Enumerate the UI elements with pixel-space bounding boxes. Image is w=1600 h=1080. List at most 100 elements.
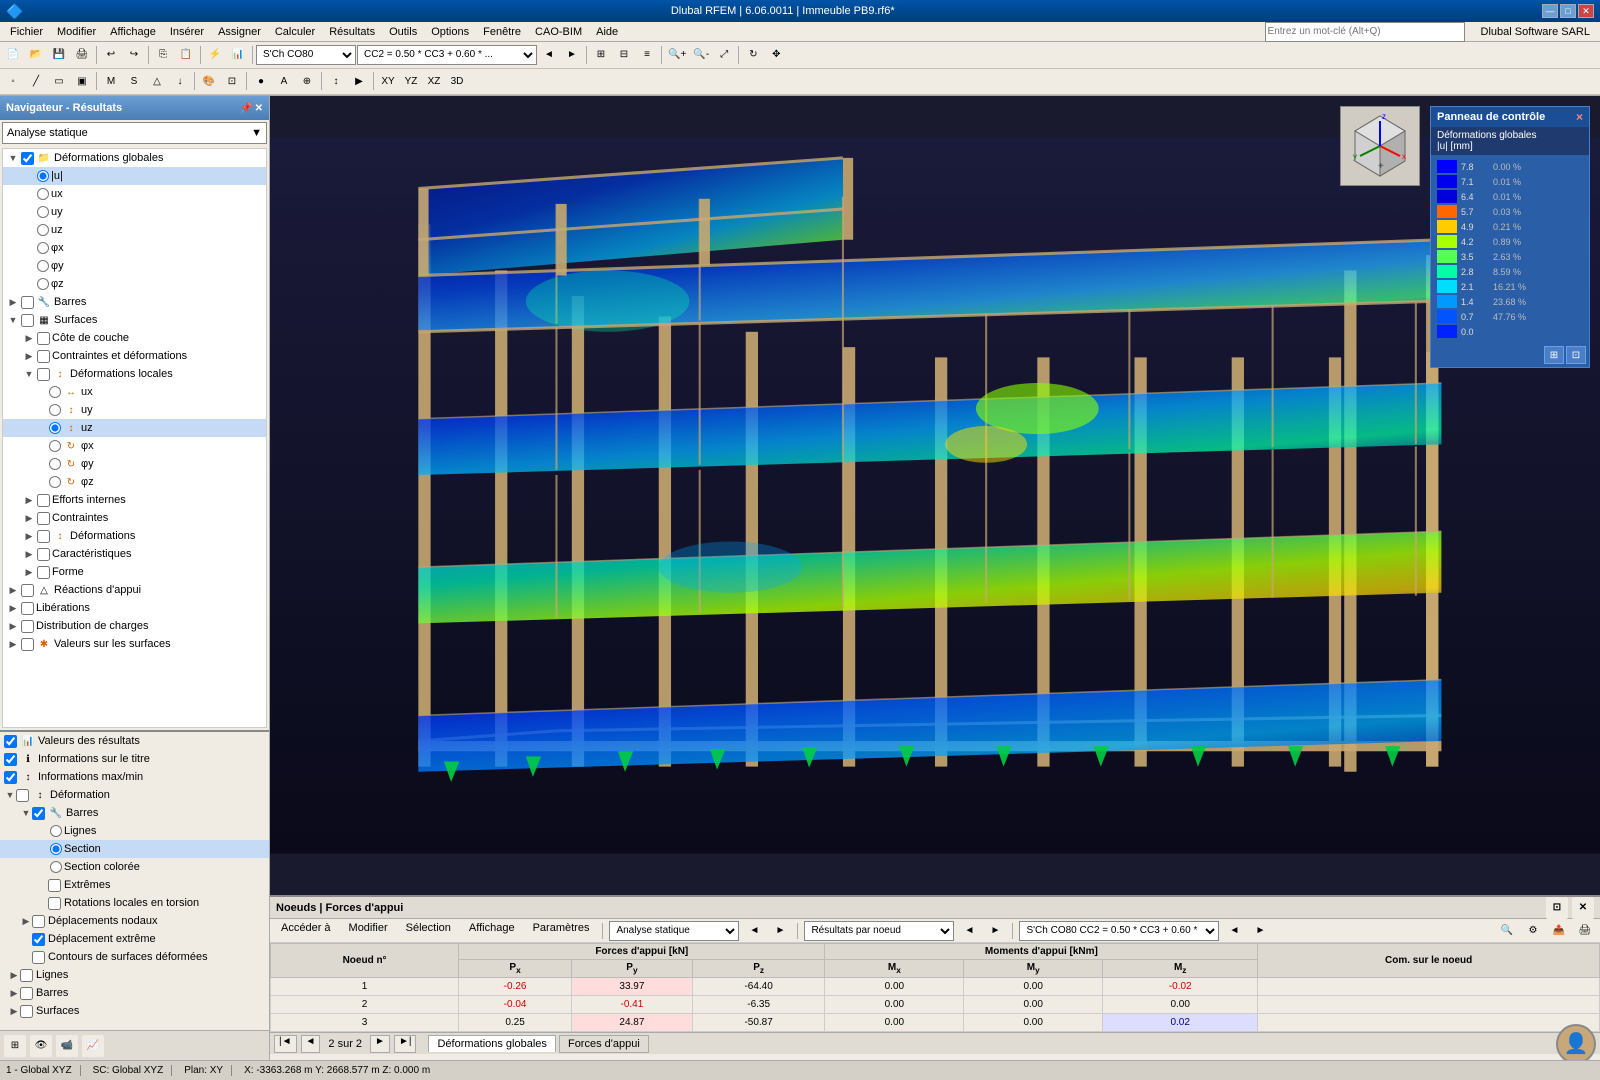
rotate-btn[interactable]: ↻	[742, 44, 764, 66]
nav-close[interactable]: ✕	[255, 103, 263, 114]
table-row[interactable]: 3 0.25 24.87 -50.87 0.00 0.00 0.02	[271, 1014, 1600, 1032]
res-maxmin[interactable]: ↕ Informations max/min	[0, 768, 269, 786]
tree-contraintes-def[interactable]: ▶ Contraintes et déformations	[3, 347, 266, 365]
tree-deformations[interactable]: ▶ ↕ Déformations	[3, 527, 266, 545]
res-barres[interactable]: ▼ 🔧 Barres	[0, 804, 269, 822]
radio-section[interactable]	[50, 843, 62, 855]
tree-uy[interactable]: uy	[3, 203, 266, 221]
xz-view[interactable]: XZ	[423, 70, 445, 92]
menu-inserer[interactable]: Insérer	[164, 24, 210, 40]
graph-icon[interactable]: 📈	[82, 1035, 104, 1057]
tree-contraintes[interactable]: ▶ Contraintes	[3, 509, 266, 527]
chk-contraintes[interactable]	[37, 512, 50, 525]
chk-def-locales[interactable]	[37, 368, 50, 381]
render-btn[interactable]: 🎨	[198, 70, 220, 92]
tree-phiy[interactable]: φy	[3, 257, 266, 275]
radio-uz[interactable]	[37, 224, 49, 236]
tree-phiz[interactable]: φz	[3, 275, 266, 293]
support-btn[interactable]: △	[146, 70, 168, 92]
radio-local-phix[interactable]	[49, 440, 61, 452]
chk-cote[interactable]	[37, 332, 50, 345]
footer-nav-last[interactable]: ►|	[394, 1035, 417, 1053]
res-contours[interactable]: Contours de surfaces déformées	[0, 948, 269, 966]
redo-btn[interactable]: ↪	[123, 44, 145, 66]
bp-close[interactable]: ✕	[1572, 897, 1594, 919]
radio-phix[interactable]	[37, 242, 49, 254]
radio-section-col[interactable]	[50, 861, 62, 873]
res-section[interactable]: Section	[0, 840, 269, 858]
view-btn3[interactable]: ≡	[636, 44, 658, 66]
yz-view[interactable]: YZ	[400, 70, 422, 92]
tab-forces-appui[interactable]: Forces d'appui	[559, 1035, 649, 1053]
bt-combo-main[interactable]: S'Ch CO80 CC2 = 0.50 * CC3 + 0.60 * ...	[1019, 921, 1219, 941]
show-cs[interactable]: ⊕	[296, 70, 318, 92]
maximize-button[interactable]: □	[1560, 4, 1576, 18]
menu-aide[interactable]: Aide	[590, 24, 624, 40]
tree-forme[interactable]: ▶ Forme	[3, 563, 266, 581]
zoom-fit[interactable]: ⤢	[713, 44, 735, 66]
bt-acceder[interactable]: Accéder à	[274, 921, 338, 941]
view-btn1[interactable]: ⊞	[590, 44, 612, 66]
search-input[interactable]	[1265, 22, 1465, 42]
chk-surfaces2[interactable]	[20, 1005, 33, 1018]
res-rotations[interactable]: Rotations locales en torsion	[0, 894, 269, 912]
close-button[interactable]: ✕	[1578, 4, 1594, 18]
viewport[interactable]: x y z + Panneau de contrôle × Déformatio…	[270, 96, 1600, 1060]
table-row[interactable]: 1 -0.26 33.97 -64.40 0.00 0.00 -0.02	[271, 978, 1600, 996]
chk-lignes2[interactable]	[20, 969, 33, 982]
bt-affichage[interactable]: Affichage	[462, 921, 522, 941]
bt-resultats-combo[interactable]: Résultats par noeud	[804, 921, 954, 941]
tree-reactions[interactable]: ▶ △ Réactions d'appui	[3, 581, 266, 599]
chk-res-valeurs[interactable]	[4, 735, 17, 748]
tree-valeurs-surfaces[interactable]: ▶ ✱ Valeurs sur les surfaces	[3, 635, 266, 653]
cube-navigator[interactable]: x y z +	[1340, 106, 1420, 186]
node-btn[interactable]: ◦	[2, 70, 24, 92]
new-btn[interactable]: 📄	[2, 44, 24, 66]
save-btn[interactable]: 💾	[48, 44, 70, 66]
bt-settings[interactable]: ⚙	[1522, 920, 1544, 942]
chk-distribution[interactable]	[21, 620, 34, 633]
iso-view[interactable]: 3D	[446, 70, 468, 92]
chk-surfaces[interactable]	[21, 314, 34, 327]
analysis-dropdown[interactable]: Analyse statique ▼	[2, 122, 267, 144]
chk-reactions[interactable]	[21, 584, 34, 597]
bt-res-prev[interactable]: ◄	[958, 920, 980, 942]
show-labels[interactable]: A	[273, 70, 295, 92]
chk-deformations[interactable]	[37, 530, 50, 543]
res-deformation[interactable]: ▼ ↕ Déformation	[0, 786, 269, 804]
calc-btn[interactable]: ⚡	[204, 44, 226, 66]
view-btn2[interactable]: ⊟	[613, 44, 635, 66]
combo-factor[interactable]: CC2 = 0.50 * CC3 + 0.60 * ...	[357, 45, 537, 65]
tree-efforts-internes[interactable]: ▶ Efforts internes	[3, 491, 266, 509]
radio-uy[interactable]	[37, 206, 49, 218]
control-panel-close[interactable]: ×	[1576, 110, 1583, 124]
chk-barres2[interactable]	[20, 987, 33, 1000]
chk-forme[interactable]	[37, 566, 50, 579]
menu-fenetre[interactable]: Fenêtre	[477, 24, 527, 40]
solid-btn[interactable]: ▣	[71, 70, 93, 92]
chk-rotations[interactable]	[48, 897, 61, 910]
bp-float[interactable]: ⊡	[1546, 897, 1568, 919]
menu-modifier[interactable]: Modifier	[51, 24, 102, 40]
footer-nav-first[interactable]: |◄	[274, 1035, 297, 1053]
wire-btn[interactable]: ⊡	[221, 70, 243, 92]
undo-btn[interactable]: ↩	[100, 44, 122, 66]
res-titre[interactable]: ℹ Informations sur le titre	[0, 750, 269, 768]
tree-local-uy[interactable]: ↕ uy	[3, 401, 266, 419]
cp-btn1[interactable]: ⊞	[1544, 346, 1564, 364]
res-lignes2[interactable]: ▶ Lignes	[0, 966, 269, 984]
menu-options[interactable]: Options	[425, 24, 475, 40]
tab-deformations-globales[interactable]: Déformations globales	[428, 1035, 555, 1052]
eye-icon[interactable]: 👁	[30, 1035, 52, 1057]
table-row[interactable]: 2 -0.04 -0.41 -6.35 0.00 0.00 0.00	[271, 996, 1600, 1014]
radio-local-phiy[interactable]	[49, 458, 61, 470]
bt-analyse-combo[interactable]: Analyse statique	[609, 921, 739, 941]
radio-local-phiz[interactable]	[49, 476, 61, 488]
bt-combo-next[interactable]: ►	[1249, 920, 1271, 942]
menu-cao-bim[interactable]: CAO-BIM	[529, 24, 588, 40]
footer-nav-next[interactable]: ►	[370, 1035, 390, 1053]
load-btn[interactable]: ↓	[169, 70, 191, 92]
chk-caract[interactable]	[37, 548, 50, 561]
res-lignes[interactable]: Lignes	[0, 822, 269, 840]
tree-surfaces[interactable]: ▼ ▦ Surfaces	[3, 311, 266, 329]
